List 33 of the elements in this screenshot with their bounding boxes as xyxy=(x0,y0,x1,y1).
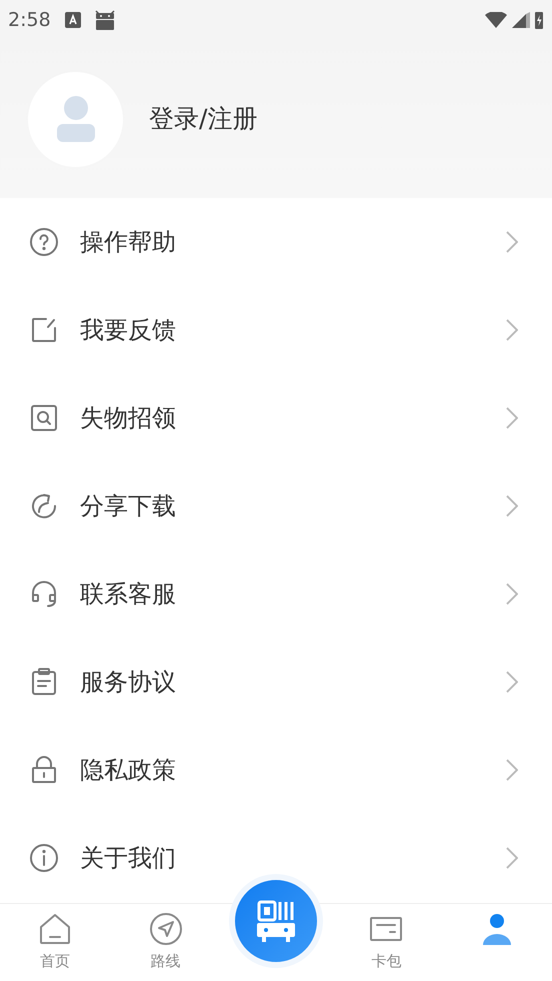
android-icon xyxy=(94,10,115,30)
signal-icon xyxy=(512,12,530,28)
menu-item[interactable]: 隐私政策 xyxy=(0,726,552,814)
wifi-icon xyxy=(484,12,508,28)
login-link[interactable]: 登录/注册 xyxy=(149,100,258,138)
person-icon xyxy=(54,96,96,142)
nav-tab[interactable]: 首页 xyxy=(0,904,110,972)
battery-icon xyxy=(534,11,544,29)
bus-qr-icon xyxy=(256,899,296,943)
menu-item[interactable]: 失物招领 xyxy=(0,374,552,462)
menu-item[interactable]: 关于我们 xyxy=(0,814,552,902)
chevron-right-icon xyxy=(506,495,518,517)
menu-item[interactable]: 联系客服 xyxy=(0,550,552,638)
chevron-right-icon xyxy=(506,231,518,253)
keyboard-app-icon xyxy=(64,12,81,28)
status-time: 2:58 xyxy=(8,8,51,33)
nav-tab[interactable]: 卡包 xyxy=(331,904,442,972)
menu-item[interactable]: 服务协议 xyxy=(0,638,552,726)
chevron-right-icon xyxy=(506,319,518,341)
chevron-right-icon xyxy=(506,583,518,605)
search-icon xyxy=(28,402,60,434)
home-icon xyxy=(38,912,72,946)
chevron-right-icon xyxy=(506,407,518,429)
nav-tab[interactable]: 路线 xyxy=(110,904,221,972)
chevron-right-icon xyxy=(506,671,518,693)
menu-item[interactable]: 我要反馈 xyxy=(0,286,552,374)
menu-item[interactable]: 分享下载 xyxy=(0,462,552,550)
navigation-icon xyxy=(148,912,183,946)
chevron-right-icon xyxy=(506,847,518,869)
info-icon xyxy=(28,842,60,874)
menu-item[interactable]: 操作帮助 xyxy=(0,198,552,286)
question-icon xyxy=(28,226,60,258)
chevron-right-icon xyxy=(506,759,518,781)
